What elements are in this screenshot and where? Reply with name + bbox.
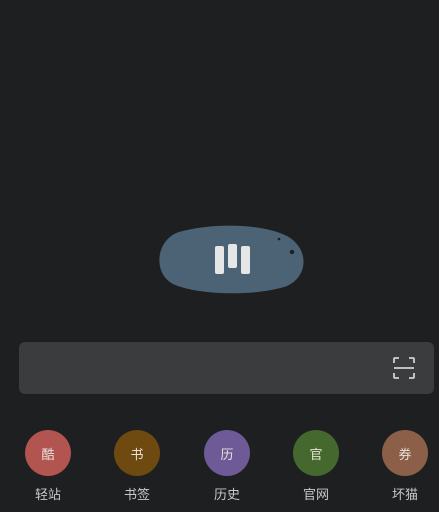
scan-icon[interactable]	[392, 356, 416, 380]
shortcut-huaimao[interactable]: 券 坏猫	[370, 428, 439, 512]
shortcut-icon: 官	[293, 430, 339, 476]
shortcut-official-site[interactable]: 官 官网	[281, 428, 351, 512]
shortcut-glyph: 券	[398, 447, 412, 463]
shortcut-icon: 酷	[25, 430, 71, 476]
shortcut-icon: 历	[204, 430, 250, 476]
shortcut-history[interactable]: 历 历史	[192, 428, 262, 512]
shortcut-label: 坏猫	[391, 488, 418, 503]
browser-home-screen: 酷 轻站 书 书签 历 历史 官 官网 券 坏猫	[0, 0, 439, 512]
shortcut-glyph: 酷	[41, 447, 55, 463]
shortcut-glyph: 官	[309, 447, 323, 463]
shortcut-row: 酷 轻站 书 书签 历 历史 官 官网 券 坏猫	[0, 428, 439, 512]
shortcut-label: 历史	[213, 488, 240, 503]
shortcut-icon: 券	[382, 430, 428, 476]
shortcut-label: 官网	[302, 488, 329, 503]
shortcut-qingzhan[interactable]: 酷 轻站	[13, 428, 83, 512]
shortcut-glyph: 历	[220, 447, 234, 463]
shortcut-label: 轻站	[34, 488, 61, 503]
search-bar[interactable]	[19, 342, 434, 394]
search-input[interactable]	[19, 342, 379, 394]
shortcut-label: 书签	[123, 488, 150, 503]
shortcut-bookmarks[interactable]: 书 书签	[102, 428, 172, 512]
shortcut-icon: 书	[114, 430, 160, 476]
shortcut-glyph: 书	[130, 447, 144, 463]
app-logo-icon	[159, 225, 304, 294]
